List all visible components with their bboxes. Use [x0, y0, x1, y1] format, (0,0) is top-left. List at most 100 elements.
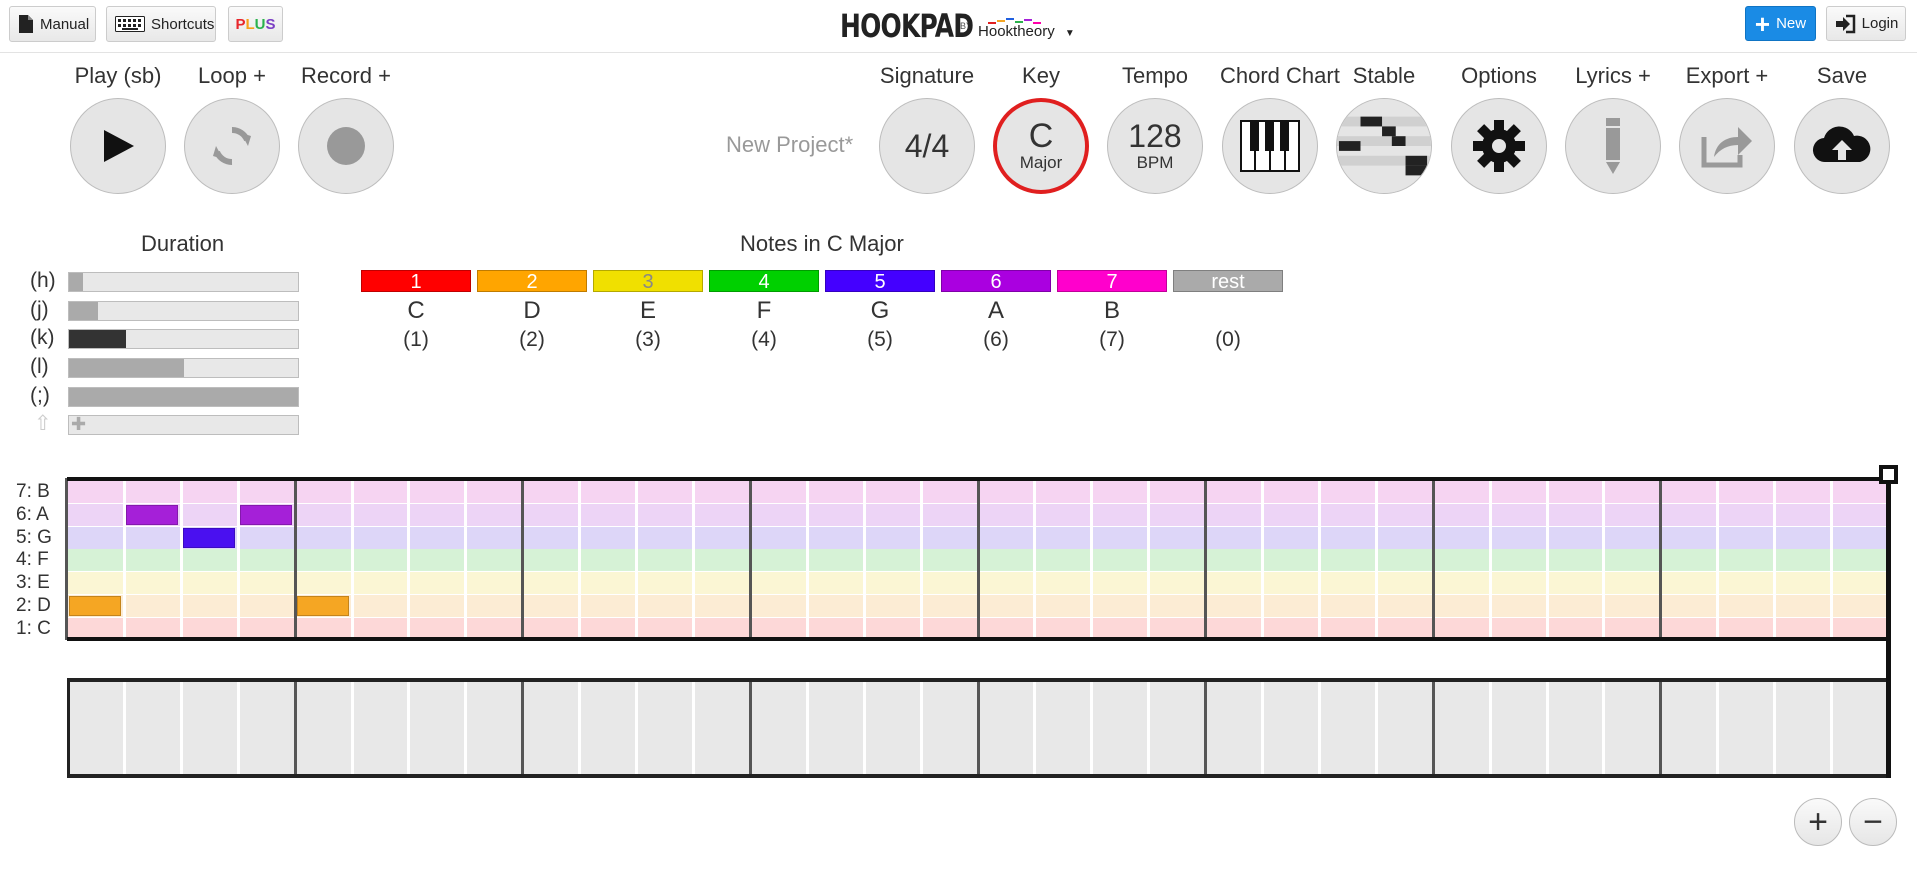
duration-key: (l) — [30, 355, 49, 378]
chord-measure-line — [1659, 682, 1663, 774]
duration-row[interactable]: (k) — [30, 327, 300, 349]
beat-line — [464, 478, 468, 640]
chord-beat-line — [350, 682, 354, 774]
note-swatch[interactable]: 6 — [941, 270, 1051, 293]
notes-title: Notes in C Major — [740, 231, 904, 256]
play-button[interactable] — [70, 98, 166, 194]
piano-roll-icon — [1337, 99, 1431, 193]
lyrics-button[interactable] — [1565, 98, 1661, 194]
gear-icon — [1473, 120, 1525, 172]
key-label: Key — [1022, 63, 1060, 88]
pitch-label: 6: A — [16, 503, 49, 525]
beat-line — [1147, 478, 1151, 640]
lyrics-control: Lyrics + — [1563, 62, 1663, 194]
plus-button[interactable]: PLUS — [228, 6, 283, 42]
note-swatch[interactable]: 4 — [709, 270, 819, 293]
beat-line — [1488, 478, 1492, 640]
signature-button[interactable]: 4/4 — [879, 98, 975, 194]
scale-note-b[interactable]: 7 B (7) — [1057, 270, 1167, 352]
scale-note-f[interactable]: 4 F (4) — [709, 270, 819, 352]
beat-line — [1033, 478, 1037, 640]
loop-button[interactable] — [184, 98, 280, 194]
manual-button[interactable]: Manual — [9, 6, 96, 42]
scale-note-d[interactable]: 2 D (2) — [477, 270, 587, 352]
measure-line — [976, 478, 980, 640]
duration-bar[interactable]: ✚ — [68, 414, 299, 435]
chord-chart-label: Chord Chart — [1220, 63, 1340, 88]
chord-beat-line — [919, 682, 923, 774]
duration-row[interactable]: (j) — [30, 299, 300, 321]
note-swatch[interactable]: 1 — [361, 270, 471, 293]
note-swatch[interactable]: rest — [1173, 270, 1283, 293]
login-button[interactable]: Login — [1826, 6, 1906, 41]
new-button[interactable]: + New — [1745, 6, 1816, 41]
note-swatch[interactable]: 3 — [593, 270, 703, 293]
note-shortcut: (2) — [519, 328, 545, 351]
save-button[interactable] — [1794, 98, 1890, 194]
melody-note[interactable] — [239, 504, 292, 525]
note-swatch[interactable]: 7 — [1057, 270, 1167, 293]
project-name[interactable]: New Project* — [726, 132, 853, 158]
chord-beat-line — [1317, 682, 1321, 774]
duration-key: (;) — [30, 384, 50, 407]
duration-row[interactable]: ⇧ ✚ — [30, 413, 300, 435]
export-control: Export + — [1677, 62, 1777, 194]
duration-bar[interactable] — [68, 387, 299, 407]
duration-row[interactable]: (;) — [30, 385, 300, 407]
duration-fill — [69, 359, 184, 377]
scale-note-g[interactable]: 5 G (5) — [825, 270, 935, 352]
melody-note[interactable] — [296, 596, 349, 616]
chord-beat-line — [1147, 682, 1151, 774]
duration-bar[interactable] — [68, 272, 299, 292]
options-button[interactable] — [1451, 98, 1547, 194]
note-shortcut: (4) — [751, 328, 777, 351]
beat-line — [805, 478, 809, 640]
duration-bar[interactable] — [68, 301, 299, 321]
piano-roll[interactable] — [65, 478, 1888, 640]
key-tonic: C — [1028, 117, 1054, 155]
scale-note-rest[interactable]: rest (0) — [1173, 270, 1283, 352]
duration-bar[interactable] — [68, 329, 299, 349]
loop-control: Loop + — [182, 62, 282, 194]
chord-beat-line — [1261, 682, 1265, 774]
record-button[interactable] — [298, 98, 394, 194]
scale-note-e[interactable]: 3 E (3) — [593, 270, 703, 352]
scale-note-c[interactable]: 1 C (1) — [361, 270, 471, 352]
record-label: Record + — [301, 63, 391, 88]
piano-roll-bottom-border — [67, 637, 1888, 641]
export-button[interactable] — [1679, 98, 1775, 194]
hooktheory-label: Hooktheory — [978, 22, 1055, 40]
zoom-out-icon: − — [1863, 802, 1883, 841]
duration-row[interactable]: (l) — [30, 356, 300, 378]
song-end-line — [1886, 470, 1891, 778]
melody-note[interactable] — [69, 596, 121, 616]
chord-measure-line — [521, 682, 525, 774]
melody-note[interactable] — [125, 504, 178, 525]
chord-chart-button[interactable] — [1222, 98, 1318, 194]
key-button[interactable]: C Major — [993, 98, 1089, 194]
chord-beat-line — [1773, 682, 1777, 774]
zoom-out-button[interactable]: − — [1849, 798, 1897, 846]
export-label: Export + — [1685, 63, 1769, 88]
duration-bar[interactable] — [68, 358, 299, 378]
hookpad-logo[interactable]: HOOKPAD BY Hooktheory ▼ — [840, 4, 1075, 48]
chord-beat-line — [1830, 682, 1834, 774]
piano-keys-icon — [1240, 120, 1300, 172]
chord-beat-line — [1488, 682, 1492, 774]
tempo-button[interactable]: 128 BPM — [1107, 98, 1203, 194]
note-swatch[interactable]: 2 — [477, 270, 587, 293]
note-name: C — [407, 297, 425, 324]
duration-fill — [69, 302, 98, 320]
plus-icon: + — [1754, 8, 1771, 39]
chord-track[interactable] — [67, 678, 1888, 778]
shortcuts-button[interactable]: Shortcuts — [106, 6, 216, 42]
melody-note[interactable] — [182, 527, 235, 548]
scale-note-a[interactable]: 6 A (6) — [941, 270, 1051, 352]
note-swatch[interactable]: 5 — [825, 270, 935, 293]
chord-beat-line — [179, 682, 183, 774]
stable-button[interactable] — [1336, 98, 1432, 194]
top-bar: Manual Shortcuts PLUS HOOKPAD BY Hookthe… — [0, 0, 1917, 53]
zoom-in-button[interactable]: + — [1794, 798, 1842, 846]
duration-row[interactable]: (h) — [30, 270, 300, 292]
song-end-handle[interactable] — [1879, 465, 1898, 484]
